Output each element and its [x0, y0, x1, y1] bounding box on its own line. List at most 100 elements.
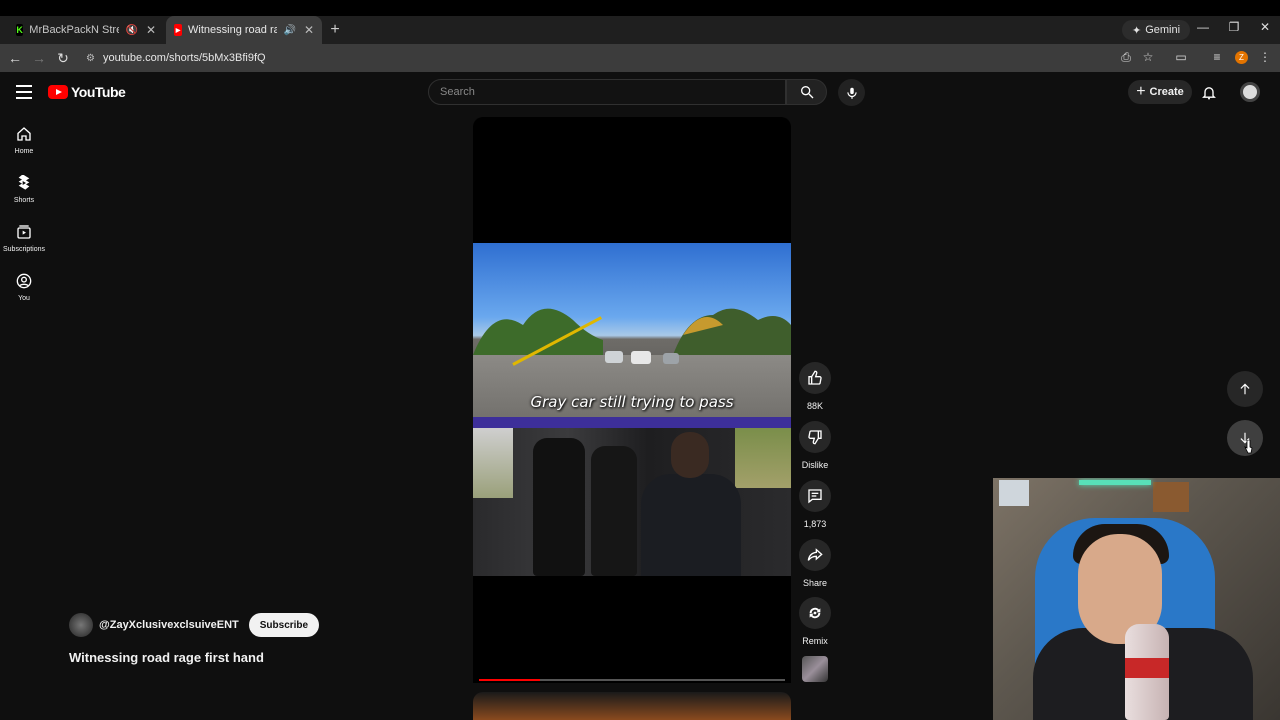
shorts-video-player[interactable]: Gray car still trying to pass: [473, 117, 791, 683]
close-window-button[interactable]: ✕: [1255, 20, 1275, 34]
car-interior-view: [473, 428, 791, 576]
like-button[interactable]: 88K: [799, 362, 831, 411]
remix-label: Remix: [802, 636, 828, 646]
search-input[interactable]: Search: [428, 79, 786, 105]
browser-tab-bar: K MrBackPackN Stream - Watch 🔇 ✕ ▶ Witne…: [0, 16, 1280, 44]
forward-button[interactable]: →: [31, 50, 47, 66]
tab-kick-stream[interactable]: K MrBackPackN Stream - Watch 🔇 ✕: [8, 16, 164, 44]
youtube-wordmark: YouTube: [71, 84, 126, 100]
bell-icon: [1202, 87, 1216, 100]
previous-video-button[interactable]: [1227, 371, 1263, 407]
sidebar-item-shorts[interactable]: Shorts: [0, 175, 48, 204]
share-label: Share: [802, 578, 828, 588]
url-text: youtube.com/shorts/5bMx3Bfi9fQ: [102, 52, 266, 64]
youtube-favicon-icon: ▶: [174, 24, 183, 36]
cast-icon[interactable]: ▭: [1173, 50, 1189, 64]
search-icon: [800, 86, 813, 99]
thumbs-down-icon: [808, 430, 822, 445]
sidebar-item-label: Shorts: [13, 197, 35, 204]
tab-title: MrBackPackN Stream - Watch: [29, 24, 120, 36]
channel-handle[interactable]: @ZayXclusivexclsuiveENT: [99, 619, 239, 631]
scene-divider: [473, 417, 791, 428]
tab-audio-icon[interactable]: 🔊: [283, 25, 295, 36]
like-count: 88K: [806, 401, 823, 411]
restore-window-button[interactable]: ❐: [1224, 20, 1244, 34]
car: [663, 353, 679, 364]
youtube-logo[interactable]: YouTube: [48, 84, 126, 100]
thumbs-up-icon: [808, 370, 822, 385]
subscriptions-icon: [17, 225, 31, 239]
sidebar-item-label: You: [18, 295, 30, 302]
video-title[interactable]: Witnessing road rage first hand: [69, 650, 264, 665]
sparkle-icon: ✦: [1132, 24, 1142, 37]
sidebar-item-home[interactable]: Home: [0, 126, 48, 155]
car-window: [473, 428, 513, 498]
browser-menu-icon[interactable]: ⋮: [1257, 50, 1273, 64]
kick-favicon-icon: K: [16, 24, 24, 36]
tab-title: Witnessing road rage first h: [188, 24, 278, 36]
streamer-webcam: [993, 478, 1280, 720]
remix-icon: [809, 607, 821, 619]
remix-button[interactable]: Remix: [799, 597, 831, 646]
subscribe-button[interactable]: Subscribe: [248, 613, 320, 637]
tree-line: [473, 308, 791, 355]
screen-top-strip: [0, 0, 1280, 16]
video-caption: Gray car still trying to pass: [530, 393, 734, 411]
video-progress-bar[interactable]: [479, 679, 785, 681]
back-button[interactable]: ←: [7, 50, 23, 66]
voice-search-button[interactable]: [838, 79, 865, 106]
microphone-icon: [846, 87, 857, 99]
install-app-icon[interactable]: ⎙: [1118, 50, 1134, 65]
youtube-play-icon: [48, 85, 68, 99]
arrow-up-icon: [1240, 383, 1250, 395]
gemini-label: Gemini: [1145, 24, 1181, 36]
new-tab-button[interactable]: +: [328, 16, 342, 44]
channel-info: @ZayXclusivexclsuiveENT Subscribe: [69, 613, 320, 637]
car-seat: [533, 438, 585, 576]
next-short-preview[interactable]: [473, 692, 791, 720]
close-tab-icon[interactable]: ✕: [146, 23, 156, 37]
car: [631, 351, 651, 364]
account-avatar[interactable]: [1240, 82, 1260, 102]
site-info-icon[interactable]: ⚙: [86, 53, 95, 64]
sidebar-item-label: Subscriptions: [2, 246, 46, 253]
share-icon: [807, 548, 823, 561]
menu-icon[interactable]: [16, 85, 32, 99]
gemini-button[interactable]: ✦ Gemini: [1122, 20, 1191, 40]
plus-icon: +: [1136, 83, 1146, 100]
bookmark-star-icon[interactable]: ☆: [1140, 50, 1156, 64]
notifications-button[interactable]: [1201, 84, 1217, 106]
tab-youtube-shorts[interactable]: ▶ Witnessing road rage first h 🔊 ✕: [166, 16, 322, 44]
dislike-button[interactable]: Dislike: [799, 421, 831, 470]
comments-button[interactable]: 1,873: [799, 480, 831, 529]
car-window: [735, 428, 791, 488]
you-icon: [16, 273, 32, 289]
close-tab-icon[interactable]: ✕: [304, 23, 314, 37]
media-controls-icon[interactable]: ≡: [1209, 50, 1225, 64]
driver: [641, 430, 741, 576]
share-button[interactable]: Share: [799, 539, 831, 588]
comment-count: 1,873: [803, 519, 827, 529]
sidebar-item-subscriptions[interactable]: Subscriptions: [0, 224, 48, 253]
channel-avatar[interactable]: [69, 613, 93, 637]
reload-button[interactable]: ↻: [55, 50, 71, 67]
dashcam-road-view: Gray car still trying to pass: [473, 243, 791, 428]
sound-thumbnail[interactable]: [802, 656, 828, 682]
search-button[interactable]: [786, 79, 827, 105]
create-button[interactable]: + Create: [1128, 80, 1192, 104]
home-icon: [17, 127, 31, 141]
comment-icon: [808, 489, 822, 504]
car-seat: [591, 446, 637, 576]
sidebar-item-you[interactable]: You: [0, 273, 48, 302]
dislike-label: Dislike: [801, 460, 829, 470]
car: [605, 351, 623, 363]
create-label: Create: [1149, 86, 1184, 98]
progress-fill: [479, 679, 541, 681]
sidebar-item-label: Home: [14, 148, 34, 155]
minimize-window-button[interactable]: —: [1193, 20, 1213, 34]
browser-profile-avatar[interactable]: Z: [1235, 51, 1248, 64]
mouse-pointer-icon: [1244, 439, 1254, 459]
shorts-icon: [18, 175, 30, 190]
address-bar[interactable]: ⚙ youtube.com/shorts/5bMx3Bfi9fQ: [80, 48, 1140, 68]
tab-muted-icon[interactable]: 🔇: [125, 25, 137, 36]
